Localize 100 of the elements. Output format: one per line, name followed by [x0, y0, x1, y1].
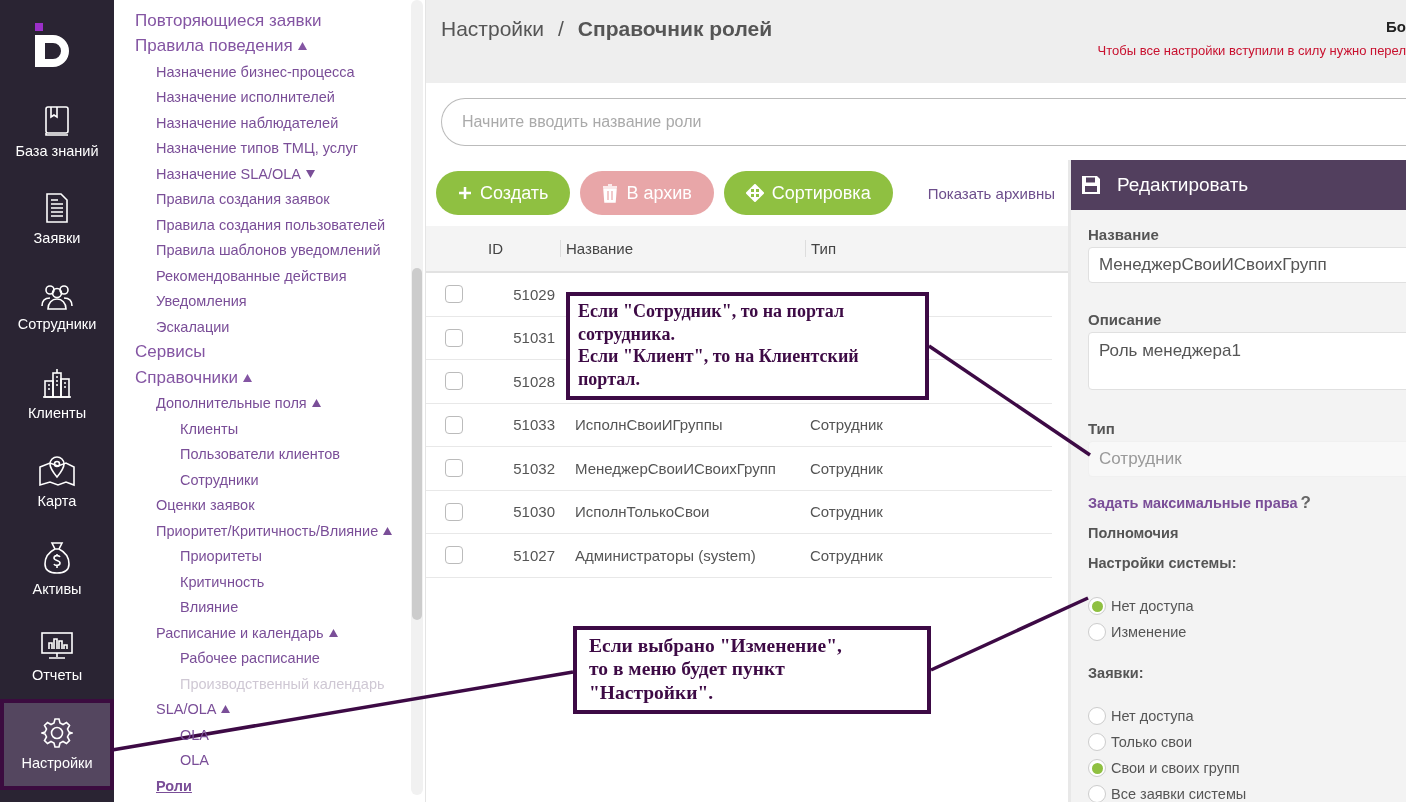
radio-button[interactable]: [1088, 707, 1106, 725]
show-archived-link[interactable]: Показать архивны: [927, 184, 1056, 202]
sidebar-item[interactable]: Назначение исполнителей: [156, 84, 425, 110]
caret-icon[interactable]: [221, 705, 231, 714]
row-checkbox[interactable]: [445, 415, 463, 434]
column-header[interactable]: ID: [426, 240, 560, 257]
map-pin-icon: [38, 454, 76, 487]
table-cell-text: ИсполнТолькоСвои: [575, 503, 711, 521]
caret-icon[interactable]: [328, 628, 338, 637]
sidebar-item[interactable]: Назначение наблюдателей: [156, 110, 425, 136]
scrollbar[interactable]: [411, 0, 423, 795]
sidebar-item[interactable]: Правила создания пользователей: [156, 212, 425, 238]
section-title: Полномочия: [1088, 525, 1180, 541]
table-cell-text: 51029: [512, 285, 556, 303]
nav-item[interactable]: База знаний: [4, 90, 110, 173]
row-checkbox[interactable]: [445, 328, 463, 347]
table-cell-text: Сотрудник: [810, 416, 884, 434]
nav-item[interactable]: Клиенты: [4, 352, 110, 436]
caret-icon[interactable]: [383, 526, 393, 535]
row-checkbox[interactable]: [445, 546, 463, 565]
radio-label[interactable]: Нет доступа: [1111, 598, 1194, 614]
sidebar-item[interactable]: Критичность: [180, 569, 425, 595]
radio-label[interactable]: Нет доступа: [1111, 708, 1194, 724]
sidebar-item[interactable]: Роли: [156, 773, 425, 799]
caret-icon[interactable]: [311, 399, 321, 408]
row-checkbox[interactable]: [445, 459, 463, 478]
sidebar-item[interactable]: Пользователи клиентов: [180, 441, 425, 467]
nav-item[interactable]: Активы: [4, 527, 110, 611]
sidebar-item[interactable]: Правила шаблонов уведомлений: [156, 237, 425, 263]
nav-item[interactable]: Заявки: [4, 177, 110, 261]
table-cell-text: 51032: [512, 459, 556, 477]
input-field[interactable]: МенеджерСвоиИСвоихГрупп: [1088, 247, 1406, 283]
radio-button[interactable]: [1088, 785, 1106, 802]
trash-icon: [602, 183, 619, 203]
sidebar-item[interactable]: Правила создания заявок: [156, 186, 425, 212]
help-icon[interactable]: ?: [1300, 493, 1311, 513]
sidebar-item[interactable]: SLA/OLA: [156, 696, 425, 722]
sidebar-item[interactable]: Рабочее расписание: [180, 645, 425, 671]
table-cell-text: МенеджерСвоиИСвоихГрупп: [575, 459, 777, 477]
caret-icon[interactable]: [297, 42, 307, 51]
sidebar-item[interactable]: Назначение бизнес-процесса: [156, 59, 425, 85]
input-field[interactable]: Роль менеджера1: [1088, 332, 1406, 390]
document-icon: [44, 192, 70, 224]
max-rights-link[interactable]: Задать максимальные права: [1088, 495, 1298, 511]
callout-note: Если выбрано "Изменение", то в меню будет пункт "Настройки".: [573, 626, 931, 714]
sidebar-item[interactable]: Дополнительные поля: [156, 390, 425, 416]
sidebar-item[interactable]: Рекомендованные действия: [156, 263, 425, 289]
radio-label[interactable]: Изменение: [1111, 624, 1187, 640]
sidebar-item[interactable]: Повторяющиеся заявки: [135, 8, 425, 34]
sidebar-item[interactable]: Правила поведения: [135, 33, 425, 59]
table-cell-text: 51028: [512, 372, 556, 390]
table-cell-text: ИсполнСвоиИГруппы: [575, 416, 724, 434]
row-checkbox[interactable]: [445, 285, 463, 304]
radio-label[interactable]: Свои и своих групп: [1111, 760, 1240, 776]
radio-button[interactable]: [1088, 597, 1106, 615]
sidebar-item[interactable]: Приоритеты: [180, 543, 425, 569]
nav-item[interactable]: Карта: [4, 440, 110, 523]
caret-icon[interactable]: [306, 169, 316, 178]
sidebar-item[interactable]: OLA: [180, 747, 425, 773]
row-checkbox[interactable]: [445, 372, 463, 391]
sidebar-item[interactable]: Сотрудники: [180, 467, 425, 493]
book-icon: [43, 104, 71, 137]
column-header[interactable]: Название: [560, 240, 805, 257]
monitor-chart-icon: [40, 630, 74, 661]
sidebar-item[interactable]: Уведомления: [156, 288, 425, 314]
table-cell-text: 51031: [512, 329, 556, 347]
sidebar-item[interactable]: Справочники: [135, 365, 425, 391]
field-label: Тип: [1088, 420, 1116, 437]
sidebar-item[interactable]: Приоритет/Критичность/Влияние: [156, 518, 425, 544]
table-cell-text: Сотрудник: [810, 503, 884, 521]
sidebar-item[interactable]: Назначение типов ТМЦ, услуг: [156, 135, 425, 161]
row-checkbox[interactable]: [445, 502, 463, 521]
panel-title: Редактировать: [1117, 174, 1249, 196]
sidebar-item[interactable]: Расписание и календарь: [156, 620, 425, 646]
search-field[interactable]: Начните вводить название роли: [441, 98, 1406, 146]
field-label: Название: [1088, 226, 1160, 243]
user-name[interactable]: Бо: [1386, 18, 1406, 35]
field-label: Описание: [1088, 311, 1163, 328]
breadcrumb-separator: /: [558, 17, 564, 41]
table-cell-text: 51027: [512, 546, 556, 564]
radio-button[interactable]: [1088, 759, 1106, 777]
sidebar-item[interactable]: Эскалации: [156, 314, 425, 340]
sidebar-item[interactable]: Сервисы: [135, 339, 425, 365]
sidebar-item[interactable]: Клиенты: [180, 416, 425, 442]
radio-label[interactable]: Только свои: [1111, 734, 1193, 750]
breadcrumb-link[interactable]: Настройки: [441, 17, 544, 41]
table-cell-text: 51030: [512, 503, 556, 521]
radio-label[interactable]: Все заявки системы: [1111, 786, 1247, 802]
warning-text: Чтобы все настройки вступили в силу нужно перел: [1097, 43, 1406, 58]
save-icon[interactable]: [1081, 175, 1101, 195]
radio-button[interactable]: [1088, 733, 1106, 751]
sidebar-item[interactable]: Влияние: [180, 594, 425, 620]
caret-icon[interactable]: [243, 373, 252, 382]
nav-item[interactable]: Сотрудники: [4, 265, 110, 348]
table-cell-text: Сотрудник: [810, 546, 884, 564]
nav-item[interactable]: Отчеты: [4, 615, 110, 698]
radio-button[interactable]: [1088, 623, 1106, 641]
sidebar-item[interactable]: Оценки заявок: [156, 492, 425, 518]
sidebar-item[interactable]: Назначение SLA/OLA: [156, 161, 425, 187]
money-bag-icon: [43, 541, 71, 575]
